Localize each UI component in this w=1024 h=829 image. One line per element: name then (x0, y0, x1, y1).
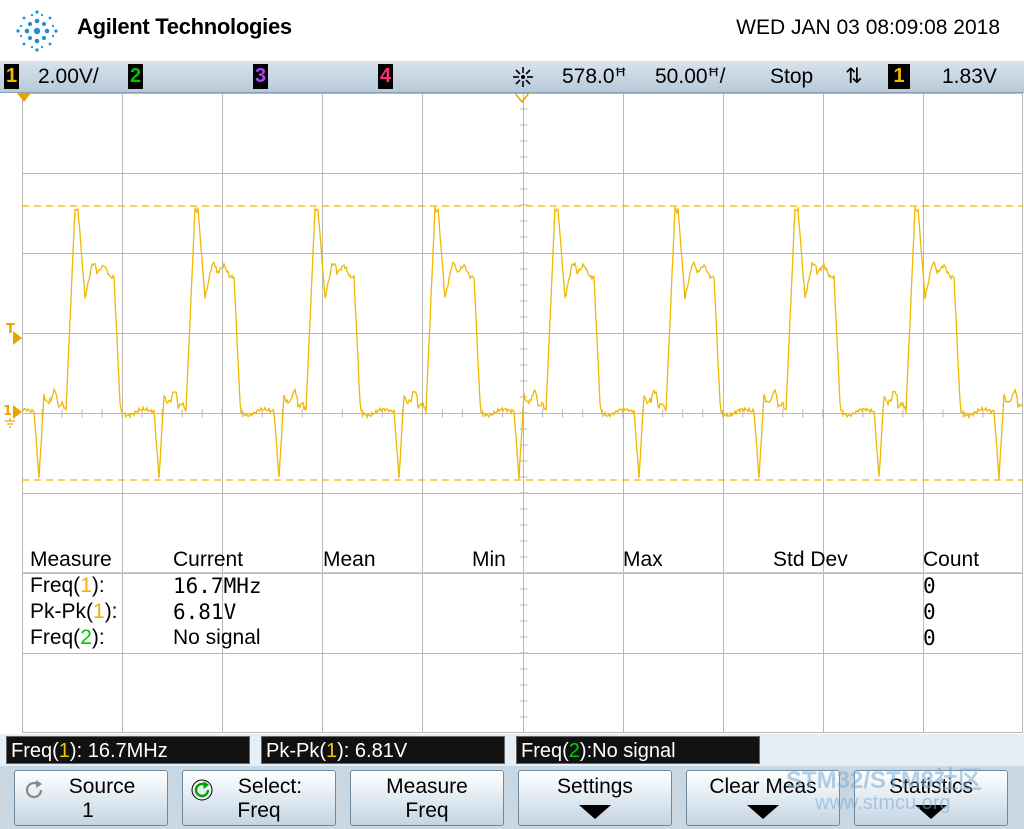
table-row-label: Freq(1): (30, 574, 105, 597)
header: Agilent Technologies WED JAN 03 08:09:08… (0, 0, 1024, 61)
softkey-value: Freq (237, 799, 281, 822)
source-softkey[interactable]: Source 1 (14, 770, 168, 826)
ch1-waveform (22, 205, 1023, 480)
table-divider (22, 572, 1023, 573)
measurement-table: Measure Current Mean Min Max Std Dev Cou… (22, 546, 1023, 651)
time-delay-marker-icon (17, 93, 31, 102)
ground-icon (5, 418, 15, 428)
softkey-bar: Source 1 Select: Freq Measure Freq Setti… (0, 766, 1024, 829)
header-max: Max (623, 548, 663, 571)
table-row-label: Freq(2): (30, 626, 105, 649)
header-measure: Measure (30, 548, 112, 571)
status-bar: 1 2.00V/ 2 3 4 578.0ꟸ 50.00ꟸ/ Stop ⇅ 1 1… (0, 61, 1024, 93)
trigger-arrow-icon (13, 331, 22, 345)
submenu-arrow-icon (579, 805, 611, 819)
ch1-badge[interactable]: 1 (4, 64, 19, 89)
ch1-ground-marker[interactable]: 1 (3, 404, 12, 419)
ch4-badge[interactable]: 4 (378, 64, 393, 89)
brand-name: Agilent Technologies (77, 14, 292, 39)
readout-freq-ch1[interactable]: Freq(1): 16.7MHz (6, 736, 250, 764)
time-scale[interactable]: 50.00ꟸ/ (655, 64, 726, 89)
time-reference-icon (513, 67, 533, 87)
header-mean: Mean (323, 548, 376, 571)
softkey-label: Measure (386, 775, 468, 798)
datetime: WED JAN 03 08:09:08 2018 (736, 16, 1000, 39)
table-row-current: No signal (173, 626, 261, 649)
readout-freq-ch2[interactable]: Freq(2):No signal (516, 736, 760, 764)
time-delay[interactable]: 578.0ꟸ (562, 64, 627, 89)
table-row-count: 0 (923, 574, 936, 598)
readout-pkpk-ch1[interactable]: Pk-Pk(1): 6.81V (261, 736, 505, 764)
statistics-softkey[interactable]: Statistics (854, 770, 1008, 826)
trigger-position-marker-icon (515, 93, 529, 103)
header-current: Current (173, 548, 244, 571)
run-state[interactable]: Stop (770, 64, 813, 89)
submenu-arrow-icon (915, 805, 947, 819)
header-min: Min (472, 548, 506, 571)
settings-softkey[interactable]: Settings (518, 770, 672, 826)
table-row-current: 6.81V (173, 600, 237, 624)
select-softkey[interactable]: Select: Freq (182, 770, 336, 826)
measurement-readouts: Freq(1): 16.7MHz Pk-Pk(1): 6.81V Freq(2)… (0, 734, 1024, 766)
header-count: Count (923, 548, 980, 571)
trigger-slope-icon: ⇅ (845, 65, 863, 88)
ch2-badge[interactable]: 2 (128, 64, 143, 89)
table-row-current: 16.7MHz (173, 574, 262, 598)
softkey-label: Source (68, 775, 136, 798)
ch3-badge[interactable]: 3 (253, 64, 268, 89)
softkey-label: Clear Meas (709, 775, 817, 798)
trigger-source-badge[interactable]: 1 (888, 64, 910, 89)
measure-freq-softkey[interactable]: Measure Freq (350, 770, 504, 826)
clear-meas-softkey[interactable]: Clear Meas (686, 770, 840, 826)
header-std-dev: Std Dev (773, 548, 848, 571)
table-row-label: Pk-Pk(1): (30, 600, 118, 623)
softkey-label: Settings (557, 775, 633, 798)
softkey-label: Statistics (888, 775, 974, 798)
ch1-ground-arrow-icon (13, 405, 22, 419)
trigger-level[interactable]: 1.83V (942, 64, 997, 89)
ch1-scale[interactable]: 2.00V/ (38, 64, 99, 89)
agilent-spark-logo-icon (16, 10, 58, 52)
softkey-value: 1 (82, 799, 94, 822)
softkey-label: Select: (237, 775, 303, 798)
table-row-count: 0 (923, 626, 936, 650)
softkey-value: Freq (405, 799, 449, 822)
table-row-count: 0 (923, 600, 936, 624)
submenu-arrow-icon (747, 805, 779, 819)
